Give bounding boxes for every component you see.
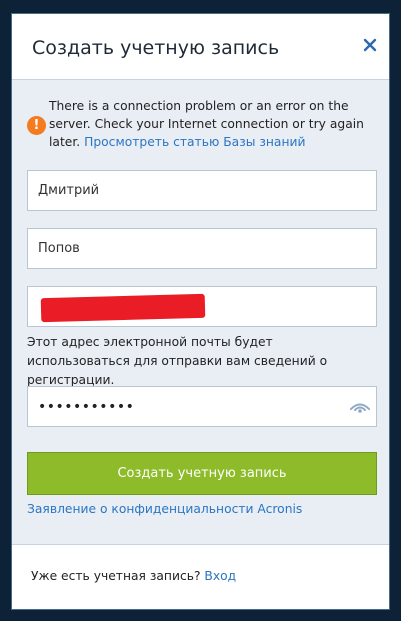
redaction-mark xyxy=(40,293,206,323)
first-name-field[interactable] xyxy=(27,170,377,211)
login-link[interactable]: Вход xyxy=(204,569,236,583)
create-account-dialog: Создать учетную запись ! There is a conn… xyxy=(11,13,390,610)
dialog-header: Создать учетную запись xyxy=(12,14,389,80)
knowledge-base-link[interactable]: Просмотреть статью Базы знаний xyxy=(84,135,305,149)
last-name-input[interactable] xyxy=(38,229,348,268)
privacy-statement-link[interactable]: Заявление о конфиденциальности Acronis xyxy=(27,502,302,516)
last-name-field[interactable] xyxy=(27,228,377,269)
close-icon[interactable] xyxy=(361,36,379,54)
email-field[interactable] xyxy=(27,286,377,327)
show-password-icon[interactable] xyxy=(349,400,371,414)
password-value: ••••••••••• xyxy=(38,399,135,415)
have-account-text: Уже есть учетная запись? xyxy=(31,569,201,583)
email-hint: Этот адрес электронной почты будет испол… xyxy=(27,335,328,387)
notice-text: There is a connection problem or an erro… xyxy=(27,97,377,152)
login-prompt: Уже есть учетная запись? Вход xyxy=(31,569,236,583)
create-account-button[interactable]: Создать учетную запись xyxy=(27,452,377,495)
dialog-title: Создать учетную запись xyxy=(32,37,280,59)
dialog-footer: Уже есть учетная запись? Вход xyxy=(12,544,389,609)
connection-error-notice: ! There is a connection problem or an er… xyxy=(27,97,377,152)
first-name-input[interactable] xyxy=(38,171,348,210)
password-field[interactable]: ••••••••••• xyxy=(27,386,377,427)
